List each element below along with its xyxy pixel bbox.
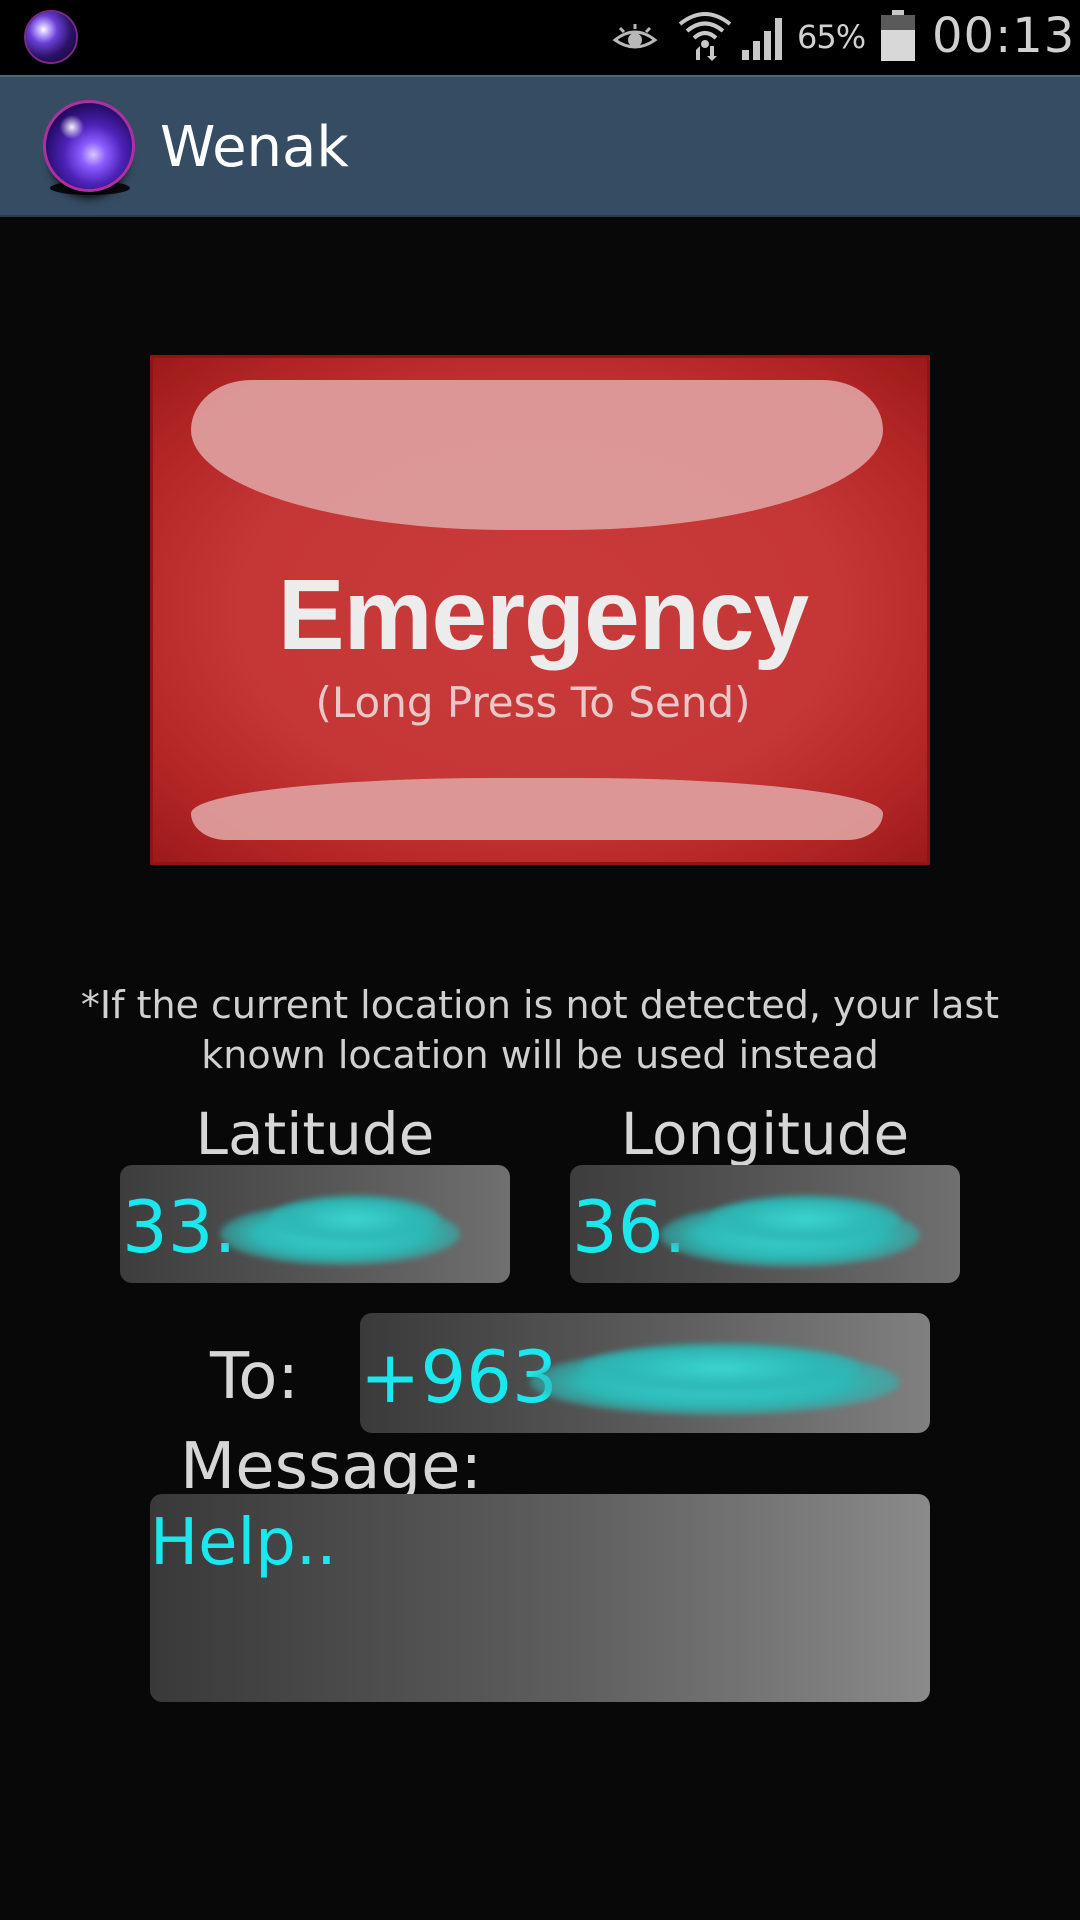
battery-percent: 65% [797,18,866,56]
recipient-field[interactable]: +963 [360,1313,930,1433]
emergency-title: Emergency [277,559,809,671]
longitude-field: 36. [570,1165,960,1283]
emergency-button[interactable]: Emergency (Long Press To Send) [150,355,930,865]
latitude-value: 33. [122,1185,237,1269]
app-title: Wenak [160,115,349,180]
wifi-icon [678,12,732,61]
message-value: Help.. [150,1506,337,1580]
recipient-value: +963 [360,1335,558,1419]
latitude-field: 33. [120,1165,510,1283]
location-note: *If the current location is not detected… [80,983,1000,1077]
redaction-smudge [710,1195,900,1243]
emergency-subtitle: (Long Press To Send) [315,678,751,727]
status-bar: 65% 00:13 [0,0,1080,75]
status-clock: 00:13 [932,8,1076,64]
message-field[interactable]: Help.. [150,1494,930,1702]
redaction-smudge [270,1195,440,1243]
action-bar: Wenak [0,75,1080,217]
app-notification-icon [26,12,76,62]
signal-icon [742,18,782,60]
redaction-smudge [580,1343,860,1393]
longitude-label: Longitude [620,1100,910,1168]
latitude-label: Latitude [195,1100,435,1168]
button-gloss-top [191,380,883,530]
galaxy-orb-icon[interactable] [46,103,132,189]
button-gloss-bottom [191,778,883,840]
message-label: Message: [180,1430,483,1504]
to-label: To: [210,1340,299,1414]
eye-icon [612,24,658,49]
battery-icon [881,10,915,61]
